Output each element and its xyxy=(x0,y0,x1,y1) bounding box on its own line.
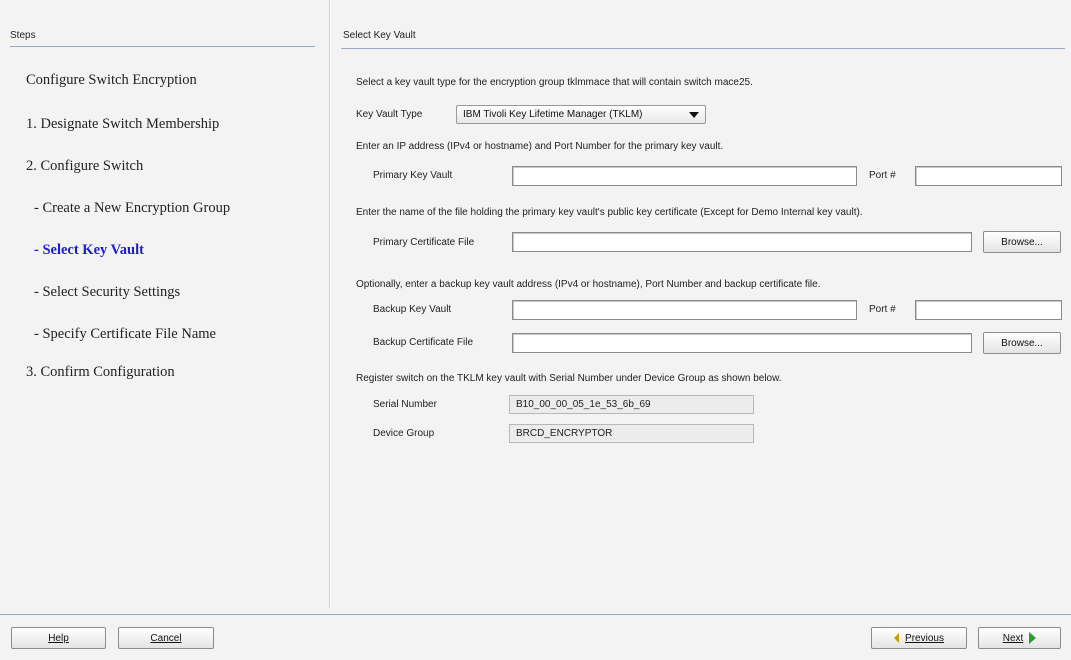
step-create-encryption-group: - Create a New Encryption Group xyxy=(34,200,231,216)
register-instruction: Register switch on the TKLM key vault wi… xyxy=(356,373,782,384)
step-select-security-settings: - Select Security Settings xyxy=(34,284,181,300)
backup-certificate-input[interactable] xyxy=(513,335,971,354)
step-select-key-vault: - Select Key Vault xyxy=(34,242,144,258)
backup-key-vault-field[interactable] xyxy=(512,300,857,321)
backup-instruction: Optionally, enter a backup key vault add… xyxy=(356,279,821,290)
primary-instruction: Enter an IP address (IPv4 or hostname) a… xyxy=(356,141,724,152)
backup-certificate-field[interactable] xyxy=(512,333,972,354)
steps-header: Steps xyxy=(10,30,36,41)
footer-bar: Help Cancel Previous Next xyxy=(0,608,1071,660)
cancel-button-label: Cancel xyxy=(150,632,182,644)
primary-key-vault-label: Primary Key Vault xyxy=(373,170,453,181)
serial-number-label: Serial Number xyxy=(373,399,437,410)
primary-port-input[interactable] xyxy=(916,168,1061,187)
arrow-right-icon xyxy=(1029,632,1037,644)
device-group-label: Device Group xyxy=(373,428,435,439)
primary-key-vault-input[interactable] xyxy=(513,168,856,187)
key-vault-type-dropdown[interactable]: IBM Tivoli Key Lifetime Manager (TKLM) xyxy=(456,105,706,124)
backup-port-input[interactable] xyxy=(916,302,1061,321)
steps-divider xyxy=(10,46,315,47)
step-configure-switch-encryption: Configure Switch Encryption xyxy=(26,72,197,88)
arrow-left-icon xyxy=(894,633,900,643)
primary-port-label: Port # xyxy=(869,170,896,181)
primary-certificate-field[interactable] xyxy=(512,232,972,253)
intro-text: Select a key vault type for the encrypti… xyxy=(356,77,753,88)
help-button-label: Help xyxy=(48,632,69,644)
chevron-down-icon xyxy=(689,112,699,118)
primary-key-vault-field[interactable] xyxy=(512,166,857,187)
panel-divider xyxy=(341,48,1065,49)
next-button-label: Next xyxy=(1002,632,1024,644)
cancel-button[interactable]: Cancel xyxy=(118,627,214,649)
previous-button-label: Previous xyxy=(905,632,944,644)
key-vault-type-label: Key Vault Type xyxy=(356,109,423,120)
primary-browse-button[interactable]: Browse... xyxy=(983,231,1061,253)
primary-certificate-input[interactable] xyxy=(513,234,971,253)
backup-browse-button[interactable]: Browse... xyxy=(983,332,1061,354)
device-group-value: BRCD_ENCRYPTOR xyxy=(509,424,754,443)
step-confirm-configuration: 3. Confirm Configuration xyxy=(26,364,175,380)
primary-certificate-label: Primary Certificate File xyxy=(373,237,475,248)
key-vault-type-value: IBM Tivoli Key Lifetime Manager (TKLM) xyxy=(463,109,643,120)
step-configure-switch: 2. Configure Switch xyxy=(26,158,144,174)
certificate-instruction: Enter the name of the file holding the p… xyxy=(356,207,863,218)
help-button[interactable]: Help xyxy=(11,627,106,649)
step-designate-switch-membership: 1. Designate Switch Membership xyxy=(26,116,220,132)
backup-port-field[interactable] xyxy=(915,300,1062,321)
backup-key-vault-label: Backup Key Vault xyxy=(373,304,452,315)
primary-port-field[interactable] xyxy=(915,166,1062,187)
steps-panel: Steps Configure Switch Encryption 1. Des… xyxy=(0,0,330,608)
backup-port-label: Port # xyxy=(869,304,896,315)
step-specify-certificate-file-name: - Specify Certificate File Name xyxy=(34,326,216,342)
previous-button[interactable]: Previous xyxy=(871,627,967,649)
serial-number-value: B10_00_00_05_1e_53_6b_69 xyxy=(509,395,754,414)
backup-key-vault-input[interactable] xyxy=(513,302,856,321)
content-panel: Select Key Vault Select a key vault type… xyxy=(331,0,1071,608)
backup-certificate-label: Backup Certificate File xyxy=(373,337,474,348)
panel-title: Select Key Vault xyxy=(343,30,416,41)
footer-divider xyxy=(0,614,1071,615)
next-button[interactable]: Next xyxy=(978,627,1061,649)
